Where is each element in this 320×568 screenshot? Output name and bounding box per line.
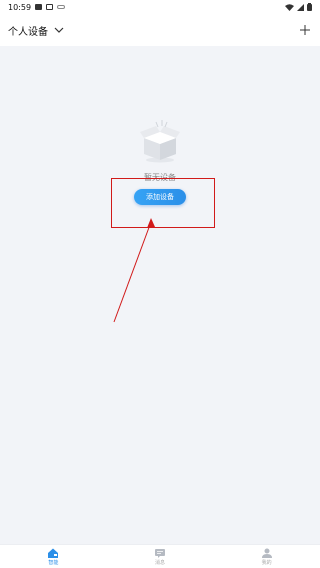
nav-item-messages[interactable]: 消息 [107,545,214,568]
status-bar: 10:59 [0,0,320,14]
status-right [285,3,312,11]
bottom-nav: 智能 消息 我的 [0,544,320,568]
wifi-icon [285,3,294,11]
status-time: 10:59 [8,2,32,12]
battery-icon [307,3,312,11]
empty-box-icon [140,120,180,163]
home-icon [48,548,59,558]
nav-label-smart: 智能 [48,559,59,566]
highlight-box [111,178,215,228]
status-left: 10:59 [8,2,66,12]
page-title: 个人设备 [8,26,48,38]
cloud-notification-icon [57,5,66,9]
nav-label-me: 我的 [261,559,272,566]
nav-item-smart[interactable]: 智能 [0,545,107,568]
plus-icon [300,25,310,35]
chevron-down-icon [54,27,64,33]
nav-label-messages: 消息 [155,559,166,566]
annotation-arrow [113,218,155,323]
header: 个人设备 [0,14,320,46]
signal-icon [297,3,304,11]
nav-item-me[interactable]: 我的 [213,545,320,568]
add-button[interactable] [298,23,312,37]
gallery-notification-icon [35,4,43,10]
device-group-selector[interactable]: 个人设备 [8,23,64,38]
person-icon [261,548,272,558]
app-notification-icon [46,4,54,10]
message-icon [155,548,165,558]
